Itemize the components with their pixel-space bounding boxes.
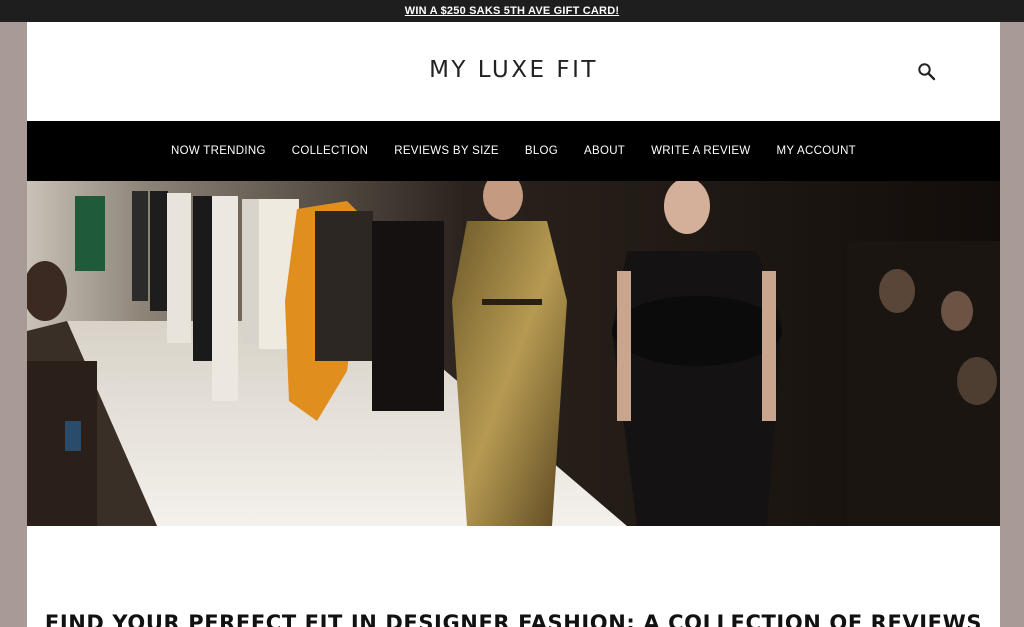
page-headline: FIND YOUR PERFECT FIT IN DESIGNER FASHIO… (44, 611, 983, 627)
nav-item-my-account[interactable]: MY ACCOUNT (777, 145, 856, 157)
nav-item-write-a-review[interactable]: WRITE A REVIEW (651, 145, 750, 157)
nav-item-blog[interactable]: BLOG (525, 145, 558, 157)
nav-list: NOW TRENDING COLLECTION REVIEWS BY SIZE … (171, 145, 856, 157)
runway-photo (27, 181, 1000, 526)
hero-image (27, 181, 1000, 526)
nav-item-reviews-by-size[interactable]: REVIEWS BY SIZE (394, 145, 499, 157)
page-container: MY LUXE FIT NOW TRENDING COLLECTION REVI… (27, 22, 1000, 627)
model-gold-dress (452, 181, 567, 526)
promo-bar: WIN A $250 SAKS 5TH AVE GIFT CARD! (0, 0, 1024, 22)
nav-item-about[interactable]: ABOUT (584, 145, 625, 157)
nav-item-now-trending[interactable]: NOW TRENDING (171, 145, 266, 157)
search-icon[interactable] (917, 62, 937, 82)
site-header: MY LUXE FIT (27, 22, 1000, 121)
promo-link[interactable]: WIN A $250 SAKS 5TH AVE GIFT CARD! (405, 5, 619, 17)
nav-item-collection[interactable]: COLLECTION (292, 145, 369, 157)
site-logo[interactable]: MY LUXE FIT (27, 57, 1000, 83)
main-nav: NOW TRENDING COLLECTION REVIEWS BY SIZE … (27, 121, 1000, 181)
